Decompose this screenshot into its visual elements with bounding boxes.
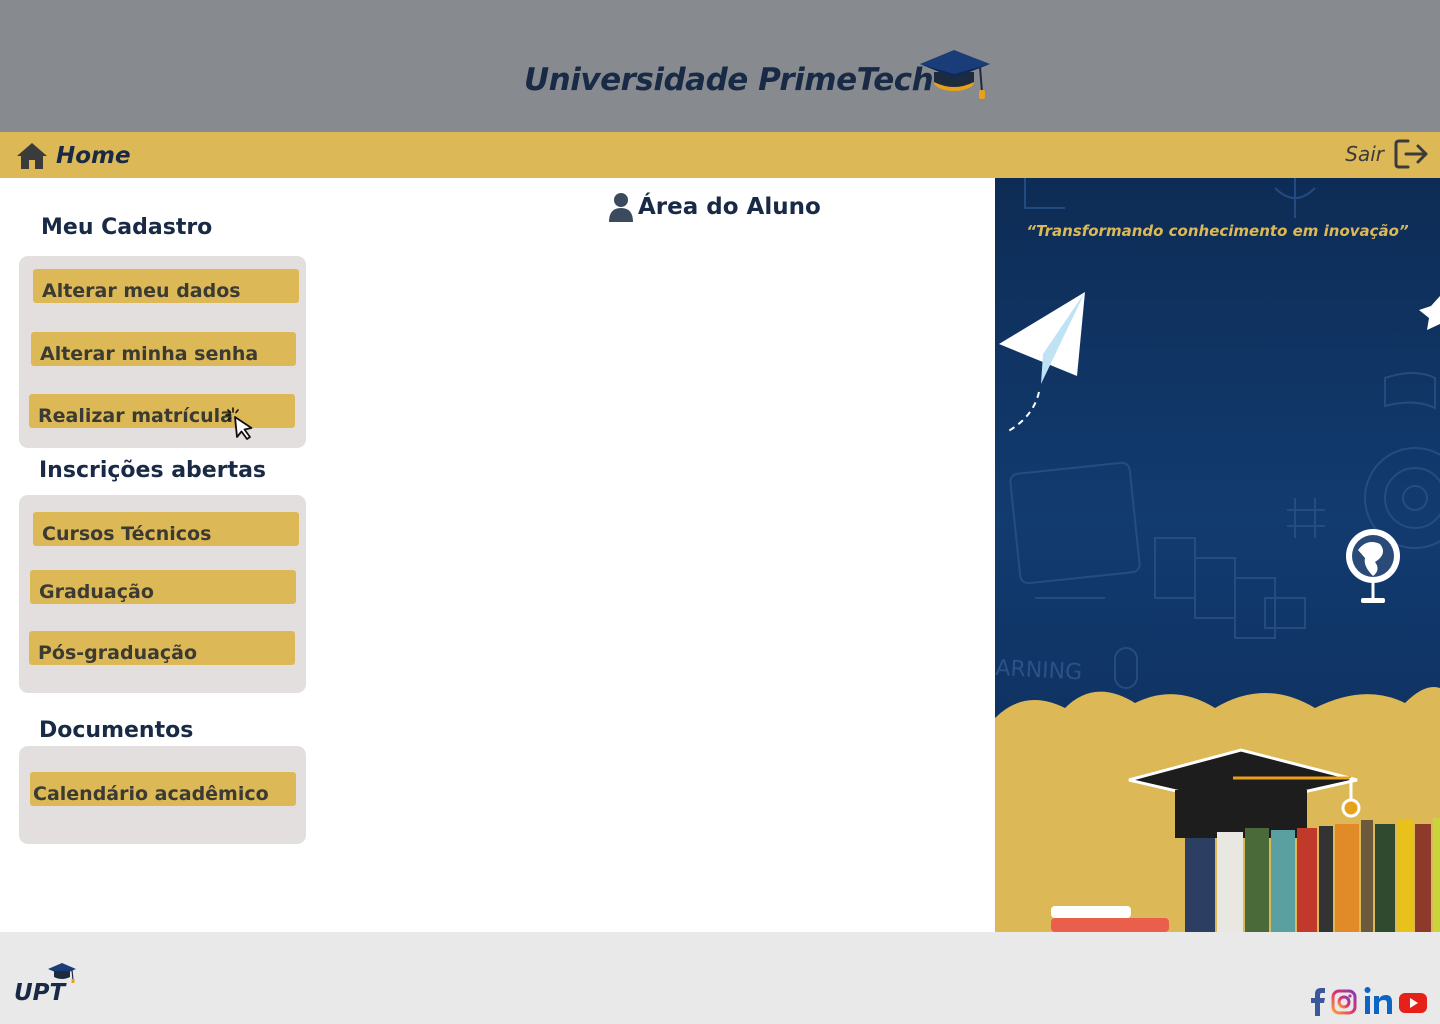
section-title-inscricoes: Inscrições abertas xyxy=(39,458,267,483)
svg-text:UPT: UPT xyxy=(14,980,68,1006)
alterar-senha-button[interactable]: Alterar minha senha xyxy=(31,332,296,366)
header: Universidade PrimeTech xyxy=(0,0,1440,132)
logout-label: Sair xyxy=(1345,142,1384,166)
footer: UPT xyxy=(0,932,1440,1024)
facebook-icon[interactable] xyxy=(1308,986,1326,1016)
calendario-academico-button[interactable]: Calendário acadêmico xyxy=(30,772,296,806)
navbar: Home Sair xyxy=(0,132,1440,178)
instagram-icon[interactable] xyxy=(1330,986,1358,1016)
panel-cadastro: Alterar meu dados Alterar minha senha Re… xyxy=(19,256,306,448)
logout-icon xyxy=(1394,139,1428,169)
alterar-dados-button[interactable]: Alterar meu dados xyxy=(33,269,299,303)
site-title: Universidade PrimeTech xyxy=(524,62,934,98)
svg-text:ARNING: ARNING xyxy=(995,656,1083,686)
home-icon xyxy=(17,143,47,169)
area-title: Área do Aluno xyxy=(608,192,821,222)
home-label: Home xyxy=(56,143,131,169)
panel-documentos: Calendário acadêmico xyxy=(19,746,306,844)
linkedin-icon[interactable] xyxy=(1362,984,1394,1016)
banner-illustration: ARNING xyxy=(995,178,1440,932)
side-banner: ARNING “Transformando conhecimento em in… xyxy=(995,178,1440,932)
section-title-cadastro: Meu Cadastro xyxy=(41,215,213,240)
upt-logo: UPT xyxy=(14,963,76,1006)
graduacao-button[interactable]: Graduação xyxy=(30,570,296,604)
logout-button[interactable]: Sair xyxy=(1345,138,1430,170)
main-content: Área do Aluno Meu Cadastro Alterar meu d… xyxy=(0,178,995,932)
click-cursor-icon xyxy=(225,407,253,440)
section-title-documentos: Documentos xyxy=(39,718,194,743)
pos-graduacao-button[interactable]: Pós-graduação xyxy=(29,631,295,665)
area-title-label: Área do Aluno xyxy=(638,194,821,220)
banner-quote: “Transformando conhecimento em inovação” xyxy=(1026,222,1409,240)
cursos-tecnicos-button[interactable]: Cursos Técnicos xyxy=(33,512,299,546)
panel-inscricoes: Cursos Técnicos Graduação Pós-graduação xyxy=(19,495,306,693)
user-icon xyxy=(609,193,633,222)
social-links xyxy=(1308,984,1428,1016)
home-link[interactable]: Home xyxy=(16,140,131,172)
graduation-cap-icon xyxy=(920,50,990,99)
youtube-icon[interactable] xyxy=(1398,986,1428,1016)
